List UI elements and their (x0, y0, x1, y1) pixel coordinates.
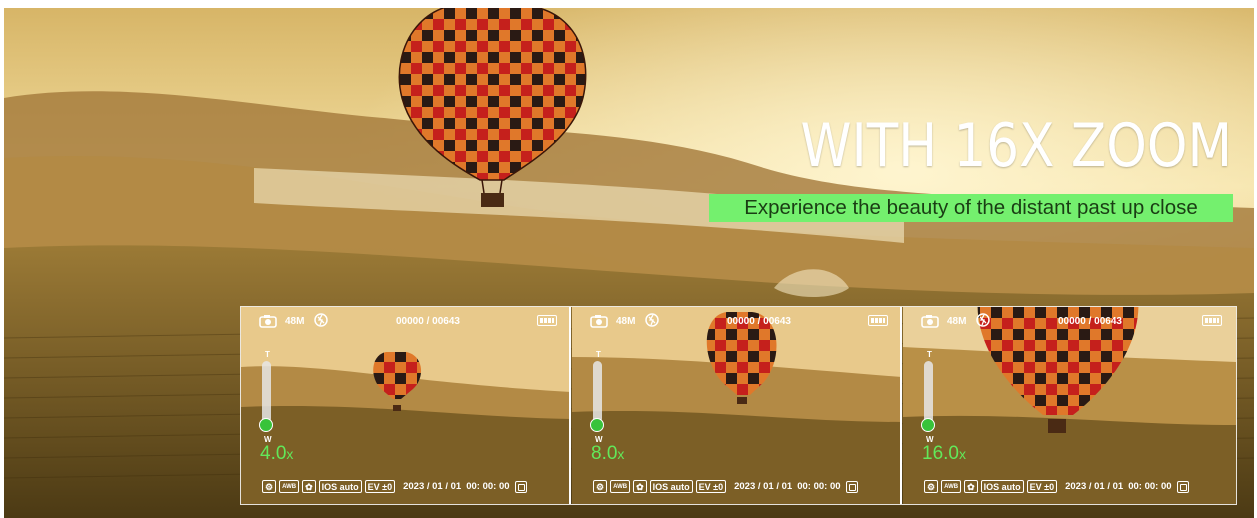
headline: WITH 16X ZOOM (800, 111, 1232, 181)
panel-scene (572, 307, 902, 504)
camera-settings-bar: ⚙ AWB ✿ IOS auto EV ±0 2023 / 01 / 01 00: 00: … (593, 480, 858, 496)
zoom-value: 4.0 (260, 443, 287, 464)
zoom-tele-label: T (596, 350, 601, 359)
time-label: 00: 00: 00 (797, 481, 841, 492)
gear-icon: ⚙ (593, 480, 608, 493)
playback-icon (514, 480, 527, 493)
zoom-unit: x (617, 446, 625, 462)
zoom-value: 8.0 (591, 443, 618, 464)
panel-scene (903, 307, 1236, 504)
battery-full-icon (1202, 315, 1222, 326)
zoom-slider-track (262, 361, 271, 423)
time-label: 00: 00: 00 (1128, 481, 1172, 492)
shot-counter: 00000 / 00643 (727, 316, 791, 327)
resolution-label: 48M (947, 316, 967, 327)
zoom-level: 16.0x (922, 443, 966, 465)
camera-status-bar: 48M 00000 / 00643 (590, 313, 888, 331)
flash-off-icon (645, 313, 659, 327)
zoom-comparison-panels: 48M 00000 / 00643 T W 4.0x ⚙ AWB ✿ IOS auto… (240, 306, 1237, 505)
ev-label: EV ±0 (695, 480, 727, 493)
zoom-slider-knob (590, 418, 604, 432)
iso-label: IOS auto (318, 480, 362, 493)
battery-full-icon (868, 315, 888, 326)
hero-banner: WITH 16X ZOOM Experience the beauty of t… (4, 8, 1254, 518)
camera-status-bar: 48M 00000 / 00643 (259, 313, 557, 331)
flash-off-icon (976, 313, 990, 327)
awb-label: AWB (610, 480, 631, 493)
camera-mode-icon (921, 315, 939, 328)
camera-view-panel-4x: 48M 00000 / 00643 T W 4.0x ⚙ AWB ✿ IOS auto… (241, 307, 571, 504)
date-label: 2023 / 01 / 01 (734, 481, 793, 492)
date-label: 2023 / 01 / 01 (1065, 481, 1124, 492)
resolution-label: 48M (616, 316, 636, 327)
camera-status-bar: 48M 00000 / 00643 (921, 313, 1222, 331)
zoom-slider-track (593, 361, 602, 423)
camera-settings-bar: ⚙ AWB ✿ IOS auto EV ±0 2023 / 01 / 01 00: 00: … (924, 480, 1189, 496)
playback-icon (845, 480, 858, 493)
zoom-slider-knob (921, 418, 935, 432)
zoom-level: 8.0x (591, 443, 624, 465)
panel-divider (900, 307, 902, 504)
ev-label: EV ±0 (364, 480, 396, 493)
stabilizer-icon: ✿ (964, 480, 978, 493)
zoom-slider-knob (259, 418, 273, 432)
time-label: 00: 00: 00 (466, 481, 510, 492)
camera-mode-icon (259, 315, 277, 328)
gear-icon: ⚙ (924, 480, 939, 493)
zoom-level: 4.0x (260, 443, 293, 465)
zoom-unit: x (958, 446, 966, 462)
stabilizer-icon: ✿ (633, 480, 647, 493)
playback-icon (1176, 480, 1189, 493)
zoom-slider-track (924, 361, 933, 423)
gear-icon: ⚙ (262, 480, 277, 493)
camera-view-panel-8x: 48M 00000 / 00643 T W 8.0x ⚙ AWB ✿ IOS auto… (572, 307, 902, 504)
panel-divider (569, 307, 571, 504)
panel-scene (241, 307, 571, 504)
shot-counter: 00000 / 00643 (1058, 316, 1122, 327)
awb-label: AWB (941, 480, 962, 493)
battery-full-icon (537, 315, 557, 326)
camera-settings-bar: ⚙ AWB ✿ IOS auto EV ±0 2023 / 01 / 01 00: 00: … (262, 480, 527, 496)
date-label: 2023 / 01 / 01 (403, 481, 462, 492)
shot-counter: 00000 / 00643 (396, 316, 460, 327)
ev-label: EV ±0 (1026, 480, 1058, 493)
camera-view-panel-16x: 48M 00000 / 00643 T W 16.0x ⚙ AWB ✿ IOS aut… (903, 307, 1236, 504)
flash-off-icon (314, 313, 328, 327)
zoom-value: 16.0 (922, 443, 959, 464)
iso-label: IOS auto (980, 480, 1024, 493)
camera-mode-icon (590, 315, 608, 328)
stabilizer-icon: ✿ (302, 480, 316, 493)
resolution-label: 48M (285, 316, 305, 327)
zoom-tele-label: T (265, 350, 270, 359)
iso-label: IOS auto (649, 480, 693, 493)
zoom-unit: x (286, 446, 294, 462)
subheadline-badge: Experience the beauty of the distant pas… (709, 194, 1233, 222)
zoom-tele-label: T (927, 350, 932, 359)
awb-label: AWB (279, 480, 300, 493)
